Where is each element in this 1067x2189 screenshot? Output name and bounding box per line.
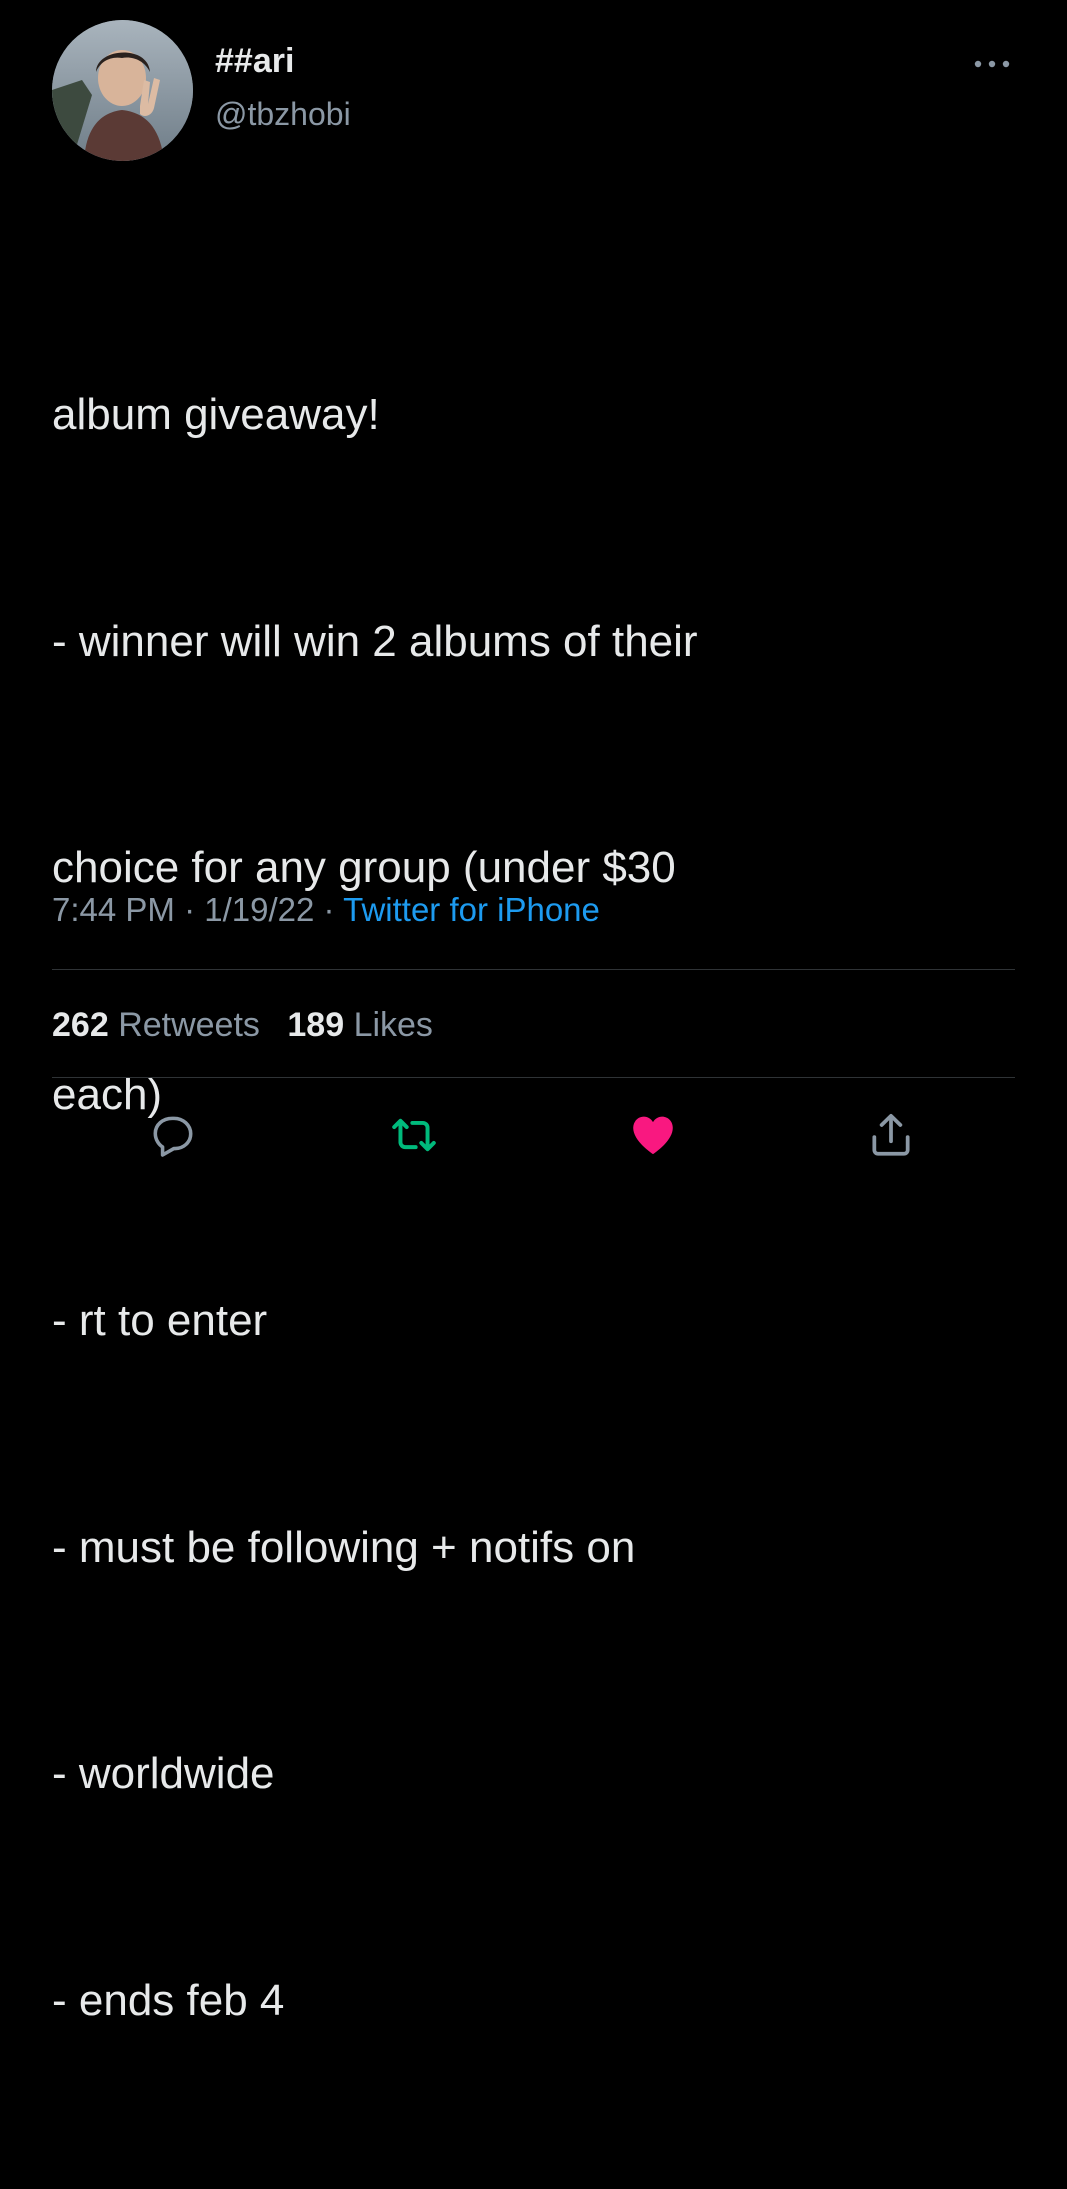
tweet-line: - winner will win 2 albums of their	[52, 616, 698, 666]
tweet-line: - worldwide	[52, 1749, 275, 1798]
heart-icon	[633, 1116, 673, 1155]
reply-button[interactable]	[148, 1110, 198, 1160]
retweets-count: 262	[52, 1006, 109, 1044]
tweet-line: - must be following + notifs on	[52, 1522, 636, 1572]
tweet-stats: 262 Retweets 189 Likes	[52, 1005, 433, 1045]
retweets-label: Retweets	[118, 1006, 260, 1044]
meta-separator: ·	[184, 891, 196, 928]
likes-label: Likes	[353, 1006, 433, 1044]
likes-stat[interactable]: 189 Likes	[287, 1006, 433, 1044]
user-handle[interactable]: @tbzhobi	[215, 98, 351, 130]
tweet-detail: ##ari @tbzhobi album giveaway! - winner …	[0, 0, 1067, 2025]
share-button[interactable]	[866, 1110, 916, 1160]
divider	[52, 1077, 1015, 1078]
meta-separator: ·	[323, 891, 335, 928]
divider	[52, 969, 1015, 970]
tweet-text: album giveaway! - winner will win 2 albu…	[52, 226, 1012, 2189]
tweet-time[interactable]: 7:44 PM	[52, 891, 175, 928]
retweets-stat[interactable]: 262 Retweets	[52, 1006, 260, 1044]
tweet-date[interactable]: 1/19/22	[204, 891, 314, 928]
retweet-icon	[392, 1118, 436, 1152]
more-icon	[974, 60, 1010, 68]
retweet-button[interactable]	[389, 1110, 439, 1160]
likes-count: 189	[287, 1006, 345, 1044]
tweet-line: - ends feb 4	[52, 1975, 285, 2025]
tweet-source-link[interactable]: Twitter for iPhone	[343, 891, 600, 928]
more-options-button[interactable]	[968, 50, 1016, 78]
share-icon	[872, 1113, 910, 1156]
tweet-line: album giveaway!	[52, 390, 380, 439]
avatar[interactable]	[52, 20, 193, 161]
like-button[interactable]	[628, 1110, 678, 1160]
avatar-photo	[52, 20, 193, 161]
reply-icon	[153, 1116, 193, 1157]
display-name[interactable]: ##ari	[215, 44, 294, 78]
tweet-line: - rt to enter	[52, 1296, 268, 1345]
tweet-meta: 7:44 PM · 1/19/22 · Twitter for iPhone	[52, 890, 600, 930]
